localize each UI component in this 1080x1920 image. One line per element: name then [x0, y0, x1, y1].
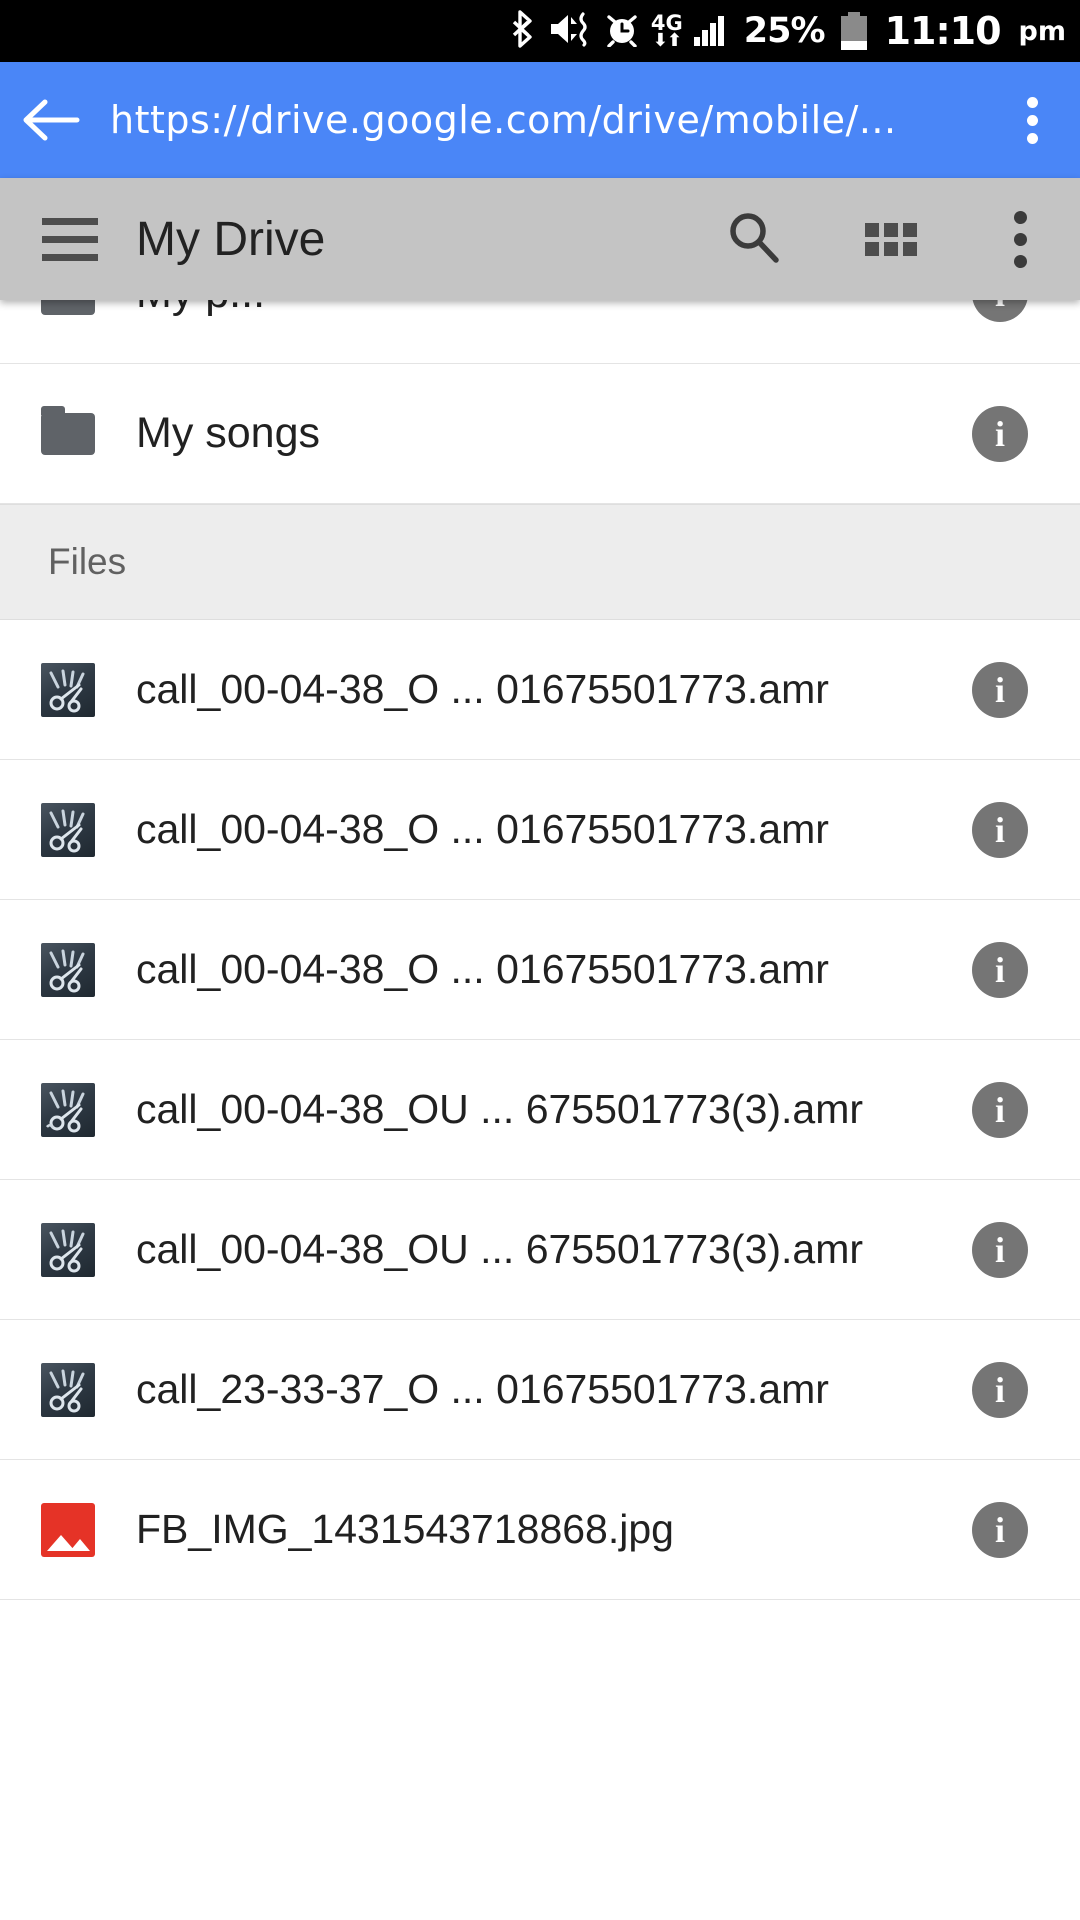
page-title: My Drive [136, 212, 326, 266]
info-icon: i [972, 801, 1028, 858]
folder-icon [41, 300, 95, 315]
info-icon: i [972, 300, 1028, 322]
row-icon [0, 1082, 136, 1137]
info-button[interactable]: i [920, 405, 1080, 462]
list-item-folder[interactable]: My songs i [0, 364, 1080, 504]
row-icon [0, 942, 136, 997]
list-item-file[interactable]: call_00-04-38_O ... 01675501773.amr i [0, 900, 1080, 1040]
network-4g-icon: 4G ⬇⬆ [651, 13, 683, 51]
info-icon: i [972, 1361, 1028, 1418]
folder-icon [41, 405, 95, 455]
list-item-label: call_00-04-38_OU ... 675501773(3).amr [136, 1086, 864, 1132]
list-item-label: call_23-33-37_O ... 01675501773.amr [136, 1366, 829, 1412]
app-overflow-menu-button[interactable] [960, 210, 1080, 268]
audio-file-thumbnail-icon [41, 1082, 95, 1137]
image-file-thumbnail-icon [41, 1502, 95, 1557]
info-button[interactable]: i [920, 300, 1080, 322]
info-icon: i [972, 661, 1028, 718]
info-icon: i [972, 941, 1028, 998]
row-icon [0, 662, 136, 717]
list-item-label: call_00-04-38_O ... 01675501773.amr [136, 806, 829, 852]
mute-vibrate-icon [549, 11, 593, 51]
row-icon [0, 1362, 136, 1417]
row-icon [0, 802, 136, 857]
list-item-file[interactable]: call_00-04-38_OU ... 675501773(3).amr i [0, 1040, 1080, 1180]
list-item-file[interactable]: call_00-04-38_O ... 01675501773.amr i [0, 620, 1080, 760]
battery-percent-label: 25% [743, 11, 826, 51]
list-item-file[interactable]: FB_IMG_1431543718868.jpg i [0, 1460, 1080, 1600]
info-icon: i [972, 405, 1028, 462]
info-icon: i [972, 1501, 1028, 1558]
row-icon [0, 1502, 136, 1557]
audio-file-thumbnail-icon [41, 662, 95, 717]
info-button[interactable]: i [920, 801, 1080, 858]
app-toolbar: My Drive [0, 178, 1080, 300]
info-button[interactable]: i [920, 1501, 1080, 1558]
list-item-clipped[interactable]: My p... i [0, 300, 1080, 364]
signal-bars-icon [693, 16, 724, 46]
section-header-label: Files [48, 541, 127, 582]
info-button[interactable]: i [920, 1361, 1080, 1418]
browser-overflow-menu-button[interactable] [984, 96, 1080, 144]
status-bar: 4G ⬇⬆ 25% 11:10 pm [0, 0, 1080, 62]
info-icon: i [972, 1221, 1028, 1278]
grid-view-button[interactable] [822, 222, 960, 256]
list-item-label: call_00-04-38_OU ... 675501773(3).amr [136, 1226, 864, 1272]
list-item-file[interactable]: call_00-04-38_O ... 01675501773.amr i [0, 760, 1080, 900]
clock-label: 11:10 [884, 9, 1002, 53]
file-list[interactable]: My p... i My songs i Files [0, 300, 1080, 1920]
back-button[interactable] [0, 96, 104, 144]
browser-url-bar: https://drive.google.com/drive/mobile/..… [0, 62, 1080, 178]
list-item-file[interactable]: call_23-33-37_O ... 01675501773.amr i [0, 1320, 1080, 1460]
search-icon [724, 208, 782, 271]
list-item-file[interactable]: call_00-04-38_OU ... 675501773(3).amr i [0, 1180, 1080, 1320]
list-item-label: FB_IMG_1431543718868.jpg [136, 1506, 674, 1552]
audio-file-thumbnail-icon [41, 1362, 95, 1417]
url-display[interactable]: https://drive.google.com/drive/mobile/..… [104, 98, 984, 142]
audio-file-thumbnail-icon [41, 1222, 95, 1277]
search-button[interactable] [684, 208, 822, 271]
list-item-label: My songs [136, 409, 321, 457]
info-button[interactable]: i [920, 1081, 1080, 1138]
info-button[interactable]: i [920, 661, 1080, 718]
section-header-files: Files [0, 504, 1080, 620]
row-icon [0, 300, 136, 315]
audio-file-thumbnail-icon [41, 802, 95, 857]
hamburger-menu-icon[interactable] [0, 217, 136, 261]
info-button[interactable]: i [920, 941, 1080, 998]
info-button[interactable]: i [920, 1221, 1080, 1278]
list-item-label: My p... [136, 300, 920, 318]
status-icons: 4G ⬇⬆ 25% 11:10 pm [512, 9, 1066, 53]
clock-ampm-label: pm [1018, 15, 1066, 47]
row-icon [0, 405, 136, 455]
grid-view-icon [865, 222, 917, 256]
info-icon: i [972, 1081, 1028, 1138]
alarm-icon [604, 11, 640, 51]
list-item-label: call_00-04-38_O ... 01675501773.amr [136, 946, 829, 992]
list-item-label: call_00-04-38_O ... 01675501773.amr [136, 666, 829, 712]
row-icon [0, 1222, 136, 1277]
bluetooth-icon [512, 10, 538, 52]
data-transfer-arrows-icon: ⬇⬆ [652, 30, 682, 51]
audio-file-thumbnail-icon [41, 942, 95, 997]
battery-icon [840, 12, 867, 50]
